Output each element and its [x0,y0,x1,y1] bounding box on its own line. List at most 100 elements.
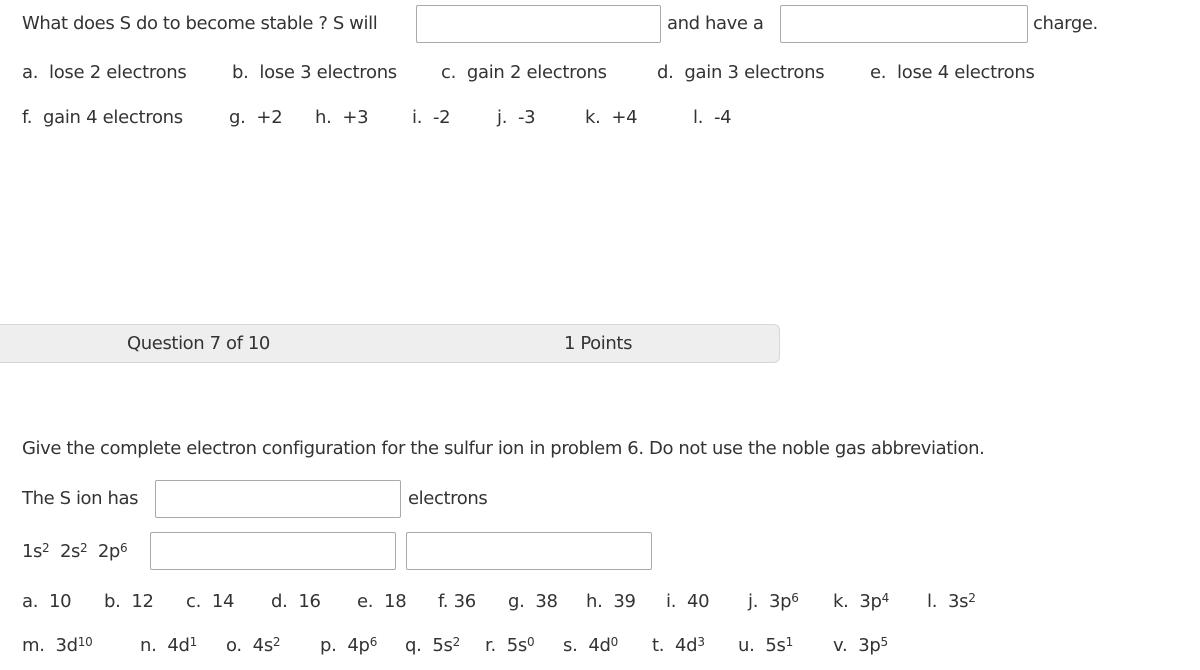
option-letter: o. [226,635,242,656]
option-letter: j. [497,107,508,128]
option-text: 10 [49,591,72,612]
option-exponent: 2 [968,591,976,605]
option-exponent: 1 [189,635,198,649]
option-text: 3p [858,635,881,656]
q7-option-v: v. 3p5 [833,634,888,658]
q6-middle-text: and have a [667,13,764,34]
orbital-base: 1s [22,541,43,562]
q6-option-e: e. lose 4 electrons [870,61,1035,85]
q6-end-text: charge. [1033,13,1098,34]
q7-option-r: r. 5s0 [485,634,535,658]
question-number-label: Question 7 of 10 [127,333,270,354]
option-text: 3p [859,591,882,612]
q6-option-f: f. gain 4 electrons [22,106,183,130]
q7-option-s: s. 4d0 [563,634,618,658]
orbital-base: 2p [97,541,120,562]
option-text: 16 [298,591,321,612]
option-text: 5s [765,635,786,656]
option-text: 4d [167,635,190,656]
option-letter: i. [666,591,677,612]
question-points-label: 1 Points [564,333,633,354]
option-text: +2 [256,107,283,128]
option-text: 14 [211,591,235,612]
q6-option-i: i. -2 [412,106,451,130]
option-exponent: 10 [77,635,93,649]
q7-option-c: c. 14 [186,590,234,614]
q7-config-answer-input-1[interactable] [150,532,396,570]
q6-option-g: g. +2 [229,106,283,130]
q7-option-f: f. 36 [438,590,476,614]
option-text: 38 [535,591,558,612]
option-text: 40 [686,591,710,612]
option-text: 3d [55,635,79,656]
option-exponent: 0 [610,635,619,649]
q7-option-p: p. 4p6 [320,634,377,658]
option-text: lose 3 electrons [259,62,397,83]
option-text: gain 3 electrons [684,62,825,83]
option-letter: j. [748,591,759,612]
option-text: 12 [131,591,154,612]
q7-option-d: d. 16 [271,590,321,614]
option-letter: b. [104,591,121,612]
option-letter: s. [563,635,578,656]
q6-option-b: b. lose 3 electrons [232,61,397,85]
q6-option-a: a. lose 2 electrons [22,61,187,85]
option-text: -3 [517,107,536,128]
q7-option-k: k. 3p4 [833,590,889,614]
q7-option-h: h. 39 [586,590,636,614]
option-exponent: 6 [791,591,799,605]
q7-config-prefix: 1s2 2s2 2p6 [22,540,128,564]
q7-ion-suffix: electrons [408,488,488,509]
option-text: gain 2 electrons [466,62,607,83]
option-exponent: 0 [526,635,535,649]
option-text: 4p [347,635,370,656]
option-letter: e. [870,62,887,83]
option-letter: r. [485,635,496,656]
q6-option-c: c. gain 2 electrons [441,61,607,85]
q7-config-answer-input-2[interactable] [406,532,652,570]
q7-electron-count-input[interactable] [155,480,401,518]
option-letter: e. [357,591,374,612]
q6-option-j: j. -3 [497,106,536,130]
option-letter: m. [22,635,45,656]
option-letter: n. [140,635,157,656]
option-text: 4d [588,635,611,656]
option-text: gain 4 electrons [43,107,183,128]
q7-option-o: o. 4s2 [226,634,281,658]
q7-option-e: e. 18 [357,590,407,614]
q6-charge-answer-input[interactable] [780,5,1028,43]
option-text: 4s [252,635,274,656]
option-letter: u. [738,635,755,656]
q7-option-m: m. 3d10 [22,634,93,658]
option-exponent: 2 [452,635,461,649]
q7-option-i: i. 40 [666,590,710,614]
q7-option-q: q. 5s2 [405,634,460,658]
option-text: 5s [506,635,528,656]
option-letter: h. [315,107,332,128]
option-letter: d. [271,591,288,612]
option-text: +4 [611,107,638,128]
option-letter: g. [508,591,525,612]
option-letter: v. [833,635,848,656]
orbital-exponent: 2 [79,541,88,555]
option-exponent: 1 [785,635,794,649]
q6-action-answer-input[interactable] [416,5,661,43]
option-letter: c. [441,62,457,83]
q6-option-d: d. gain 3 electrons [657,61,825,85]
option-exponent: 6 [369,635,378,649]
option-text: -4 [713,107,732,128]
option-exponent: 4 [881,591,890,605]
option-letter: t. [652,635,665,656]
option-letter: k. [833,591,849,612]
option-text: 4d [675,635,698,656]
option-text: -2 [432,107,451,128]
q6-prompt-text: What does S do to become stable ? S will [22,13,378,34]
q7-option-l: l. 3s2 [927,590,976,614]
option-letter: h. [586,591,603,612]
option-exponent: 5 [880,635,889,649]
q7-option-b: b. 12 [104,590,154,614]
option-text: lose 4 electrons [897,62,1035,83]
option-text: +3 [342,107,369,128]
option-letter: l. [693,107,704,128]
q7-option-n: n. 4d1 [140,634,197,658]
